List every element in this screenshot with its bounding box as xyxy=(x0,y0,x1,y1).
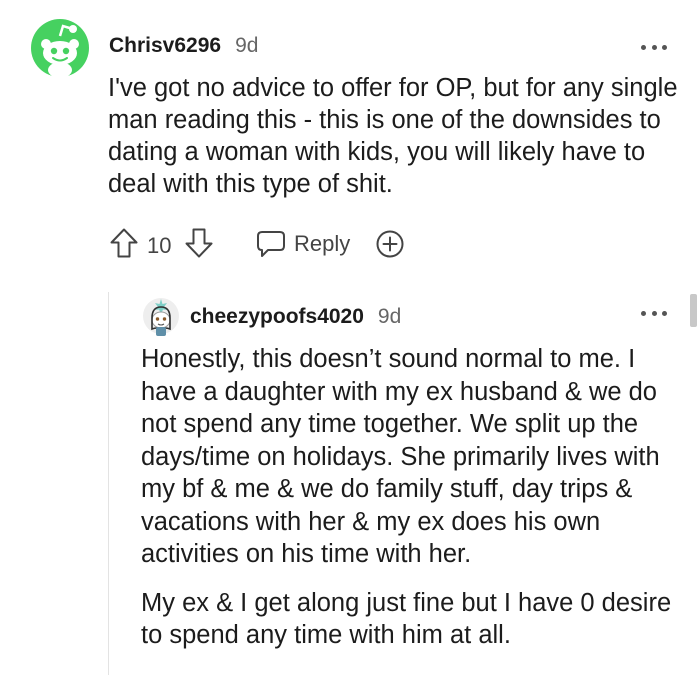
award-plus-icon[interactable] xyxy=(374,228,406,260)
reply-body: Honestly, this doesn’t sound normal to m… xyxy=(141,343,681,652)
vote-score: 10 xyxy=(147,233,172,258)
snoo-avatar-icon[interactable] xyxy=(30,18,90,78)
reply-paragraph: Honestly, this doesn’t sound normal to m… xyxy=(141,345,660,568)
reply-paragraph: My ex & I get along just fine but I have… xyxy=(141,588,672,650)
reply-label: Reply xyxy=(294,231,351,256)
comment-body: I've got no advice to offer for OP, but … xyxy=(108,74,678,198)
upvote-arrow-icon[interactable] xyxy=(109,227,139,259)
downvote-arrow-icon[interactable] xyxy=(184,227,214,259)
comment-header: Chrisv6296 9d xyxy=(109,34,258,58)
thread-line[interactable] xyxy=(108,292,109,675)
scrollbar-thumb[interactable] xyxy=(690,294,697,327)
comment-age: 9d xyxy=(235,34,259,57)
reply-age: 9d xyxy=(377,305,402,328)
reply-header: cheezypoofs4020 9d xyxy=(190,305,401,329)
more-options-icon[interactable] xyxy=(641,308,667,318)
reply-author[interactable]: cheezypoofs4020 xyxy=(190,305,364,329)
reply-button[interactable]: Reply xyxy=(255,226,350,262)
more-options-icon[interactable] xyxy=(641,42,667,52)
custom-snoo-avatar-icon[interactable] xyxy=(142,296,180,338)
speech-bubble-icon xyxy=(257,231,285,257)
comment-author[interactable]: Chrisv6296 xyxy=(109,34,221,58)
